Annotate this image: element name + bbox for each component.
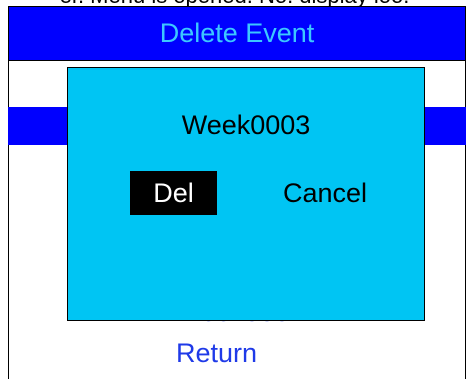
list-item-return[interactable]: Return [176,338,257,369]
cancel-button[interactable]: Cancel [265,171,385,215]
dialog-title: Week0003 [181,110,311,140]
screen-header: Delete Event [8,6,466,61]
del-button[interactable]: Del [130,171,217,215]
confirm-delete-dialog: Week0003 Del Cancel [67,67,425,321]
screen-title: Delete Event [159,18,315,48]
